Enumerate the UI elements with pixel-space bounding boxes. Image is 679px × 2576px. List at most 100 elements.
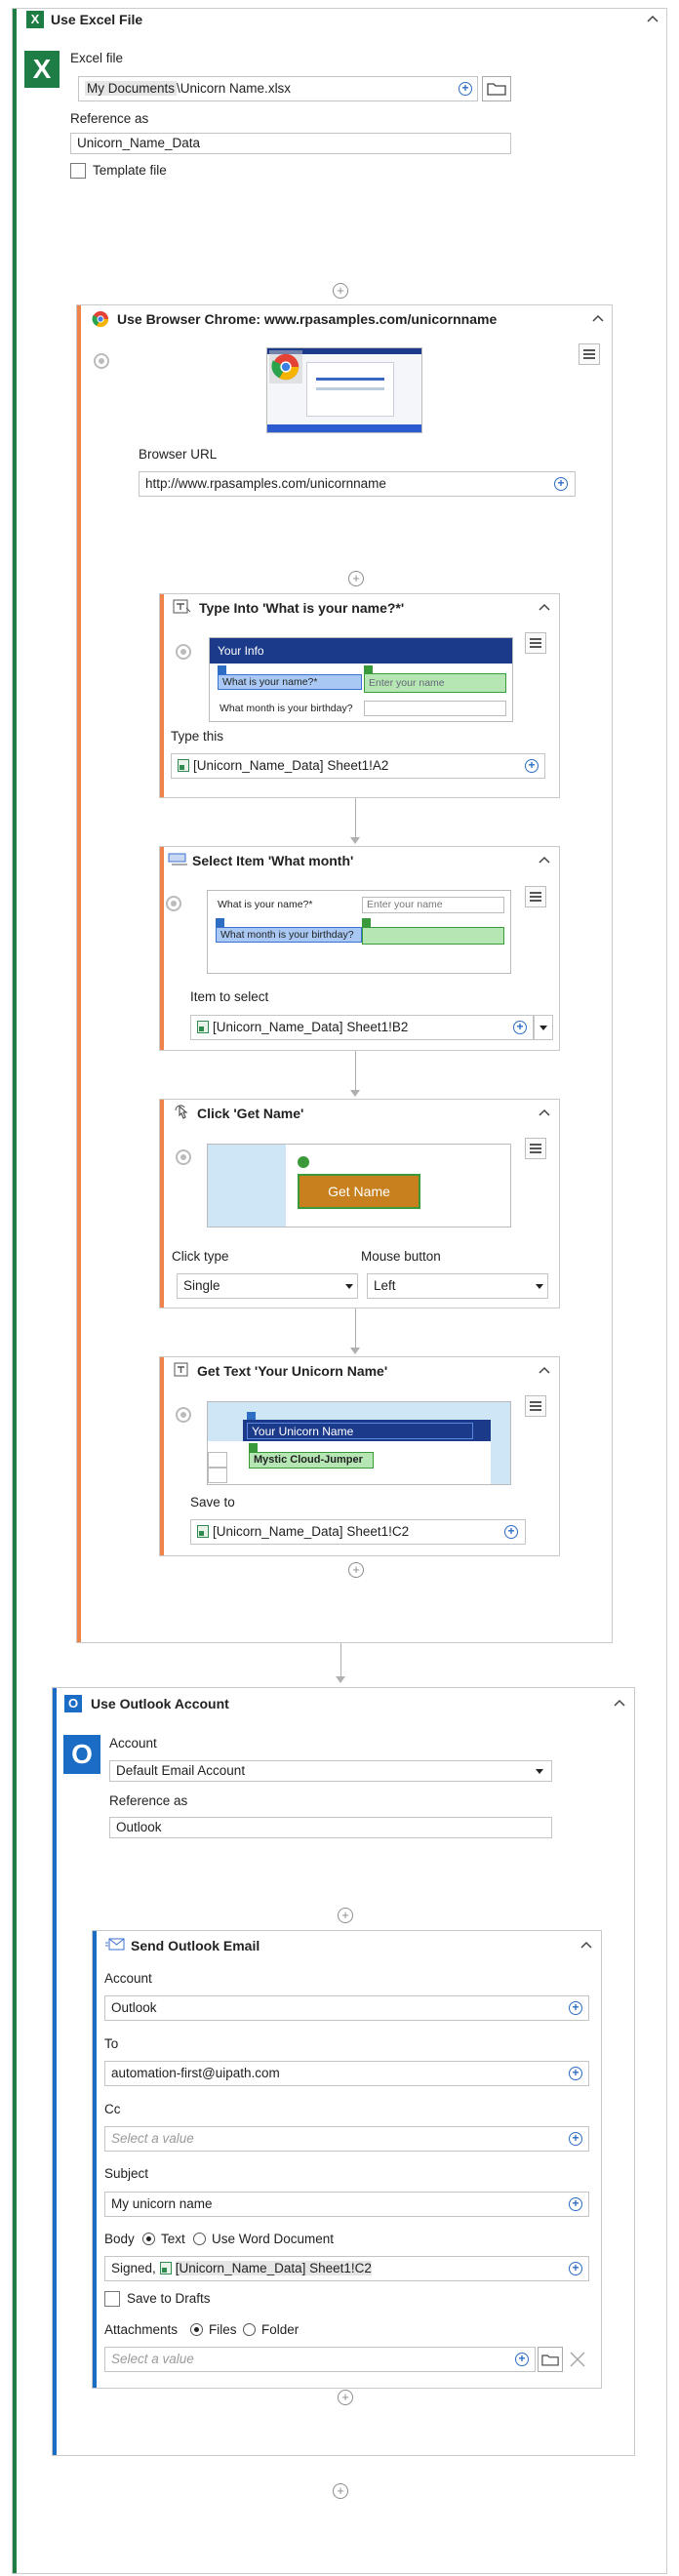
mail-account-input[interactable]: Outlook (104, 1995, 589, 2021)
shot-footer-bar (267, 424, 421, 432)
mouse-button-value: Left (374, 1278, 396, 1293)
click-title: Click 'Get Name' (197, 1106, 304, 1121)
add-activity-icon[interactable]: + (333, 283, 348, 299)
to-plus-icon[interactable]: + (569, 2067, 582, 2080)
attach-plus-icon[interactable]: + (515, 2353, 529, 2366)
cc-input[interactable]: Select a value (104, 2126, 589, 2152)
url-plus-icon[interactable]: + (554, 477, 568, 491)
attach-folder-radio[interactable] (243, 2323, 256, 2336)
shot-question-2: What month is your birthday? (216, 927, 362, 943)
type-into-title: Type Into 'What is your name?*' (199, 600, 405, 616)
body-word-radio[interactable] (193, 2233, 206, 2245)
collapse-chevron-icon[interactable] (613, 1697, 626, 1711)
attach-files-radio[interactable] (190, 2323, 203, 2336)
save-to-input[interactable]: [Unicorn_Name_Data] Sheet1!C2 (190, 1519, 526, 1545)
save-plus-icon[interactable]: + (504, 1525, 518, 1539)
click-type-value: Single (183, 1278, 220, 1293)
menu-icon[interactable] (525, 1138, 546, 1159)
outlook-stripe (53, 1688, 57, 2455)
get-text-stripe (160, 1357, 164, 1555)
collapse-chevron-icon[interactable] (579, 1939, 593, 1952)
collapse-chevron-icon[interactable] (538, 1107, 551, 1120)
outlook-small-icon: O (64, 1695, 82, 1712)
subject-input[interactable]: My unicorn name (104, 2192, 589, 2217)
menu-icon[interactable] (525, 632, 546, 654)
attach-folder-button[interactable] (538, 2347, 563, 2372)
body-input[interactable]: Signed, [Unicorn_Name_Data] Sheet1!C2 (104, 2256, 589, 2281)
target-icon[interactable] (176, 1407, 191, 1423)
excel-file-field[interactable]: My Documents \Unicorn Name.xlsx (78, 76, 478, 101)
target-icon[interactable] (176, 644, 191, 660)
subject-plus-icon[interactable]: + (569, 2197, 582, 2211)
shot-name-input: Enter your name (362, 897, 504, 913)
browser-url-input[interactable]: http://www.rpasamples.com/unicornname (139, 471, 576, 497)
outlook-reference-input[interactable]: Outlook (109, 1817, 552, 1838)
connector-arrow (350, 837, 360, 844)
type-this-input[interactable]: [Unicorn_Name_Data] Sheet1!A2 (171, 753, 545, 779)
target-icon[interactable] (176, 1149, 191, 1165)
get-text-icon (174, 1362, 188, 1377)
collapse-chevron-icon[interactable] (538, 854, 551, 867)
menu-icon[interactable] (525, 1395, 546, 1417)
shot-line-2 (316, 387, 384, 390)
chevron-down-icon (536, 1284, 543, 1289)
item-to-select-input[interactable]: [Unicorn_Name_Data] Sheet1!B2 (190, 1015, 534, 1040)
item-plus-icon[interactable]: + (513, 1021, 527, 1034)
outlook-large-icon: O (63, 1735, 100, 1774)
shot-side-panel (208, 1145, 286, 1227)
account-plus-icon[interactable]: + (569, 2001, 582, 2015)
chevron-down-icon (539, 1026, 547, 1030)
body-word-label: Use Word Document (212, 2232, 335, 2246)
cc-plus-icon[interactable]: + (569, 2132, 582, 2146)
body-plus-icon[interactable]: + (569, 2262, 582, 2275)
collapse-chevron-icon[interactable] (646, 13, 659, 26)
to-input[interactable]: automation-first@uipath.com (104, 2061, 589, 2086)
attachments-input[interactable]: Select a value (104, 2347, 536, 2372)
shot-header: Your Info (210, 638, 512, 664)
excel-large-icon: X (24, 51, 60, 88)
remove-attachment-icon[interactable] (568, 2350, 587, 2369)
chrome-overlay-icon (269, 350, 302, 383)
body-text-radio[interactable] (142, 2233, 155, 2245)
click-type-select[interactable]: Single (177, 1273, 358, 1299)
template-label: Template file (93, 163, 167, 178)
get-text-screenshot: Your Unicorn Name Mystic Cloud-Jumper (207, 1401, 511, 1485)
collapse-chevron-icon[interactable] (538, 601, 551, 615)
shot-get-name-button: Get Name (298, 1174, 420, 1209)
target-icon[interactable] (166, 896, 181, 911)
shot-result: Mystic Cloud-Jumper (249, 1452, 374, 1469)
select-item-screenshot: What is your name?* Enter your name What… (207, 890, 511, 974)
add-activity-icon[interactable]: + (348, 571, 364, 586)
body-text-label: Text (161, 2232, 185, 2246)
add-activity-icon[interactable]: + (348, 1562, 364, 1578)
add-activity-icon[interactable]: + (333, 2483, 348, 2499)
attach-files-label: Files (209, 2322, 237, 2337)
outlook-account-select[interactable]: Default Email Account (109, 1760, 552, 1782)
shot-month-select (364, 701, 506, 716)
collapse-chevron-icon[interactable] (538, 1364, 551, 1378)
add-activity-icon[interactable]: + (338, 2390, 353, 2405)
menu-icon[interactable] (579, 343, 600, 365)
add-activity-icon[interactable]: + (338, 1908, 353, 1923)
shot-name-input: Enter your name (364, 673, 506, 693)
shot-target-badge (249, 1443, 258, 1452)
shot-question-1: What is your name?* (218, 899, 313, 910)
save-drafts-checkbox[interactable] (104, 2291, 120, 2307)
mouse-button-select[interactable]: Left (367, 1273, 548, 1299)
type-this-label: Type this (171, 729, 224, 744)
item-dropdown-button[interactable] (534, 1015, 553, 1040)
target-icon[interactable] (94, 353, 109, 369)
template-checkbox[interactable] (70, 163, 86, 179)
save-to-label: Save to (190, 1495, 235, 1509)
browse-folder-button[interactable] (482, 76, 511, 101)
type-plus-icon[interactable]: + (525, 759, 539, 773)
sheet-icon (197, 1021, 209, 1033)
collapse-chevron-icon[interactable] (591, 312, 605, 326)
attach-placeholder: Select a value (111, 2352, 194, 2366)
shot-target-badge (364, 665, 373, 674)
file-plus-icon[interactable]: + (459, 82, 472, 96)
shot-target-badge (362, 918, 371, 927)
menu-icon[interactable] (525, 886, 546, 907)
reference-input[interactable]: Unicorn_Name_Data (70, 133, 511, 154)
save-drafts-label: Save to Drafts (127, 2291, 211, 2306)
